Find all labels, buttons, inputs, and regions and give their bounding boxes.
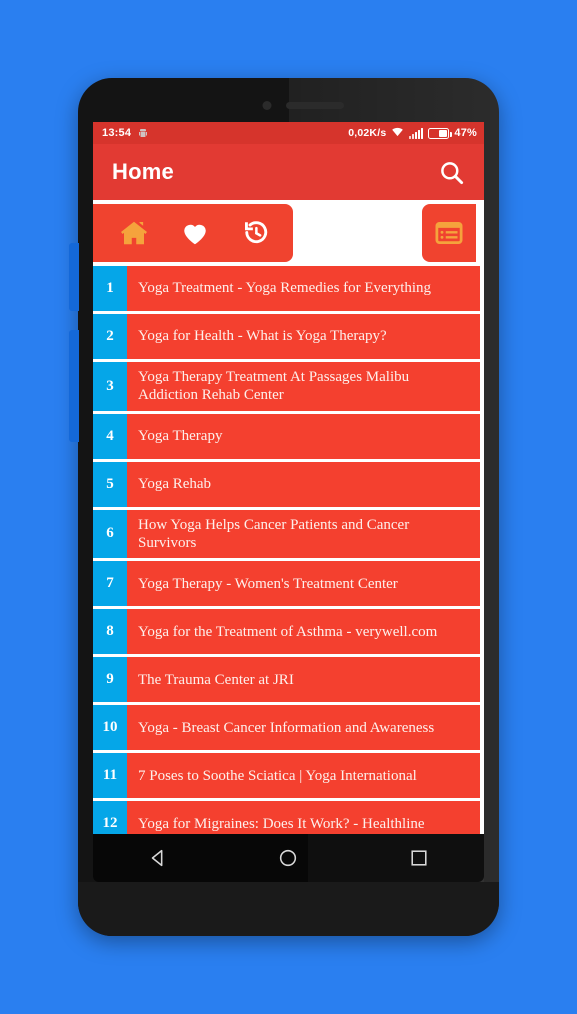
list-item[interactable]: 3 Yoga Therapy Treatment At Passages Mal… xyxy=(93,362,480,411)
list-item-title: Yoga - Breast Cancer Information and Awa… xyxy=(127,705,480,751)
status-bar: 13:54 0,02K/s 47% xyxy=(93,122,484,144)
list-item-index: 1 xyxy=(93,266,127,311)
list-item[interactable]: 9 The Trauma Center at JRI xyxy=(93,657,480,703)
search-icon[interactable] xyxy=(434,155,468,189)
list-item-title: Yoga for Health - What is Yoga Therapy? xyxy=(127,314,480,359)
list-item[interactable]: 1 Yoga Treatment - Yoga Remedies for Eve… xyxy=(93,266,480,311)
android-navigation-bar xyxy=(93,834,484,882)
list-item[interactable]: 2 Yoga for Health - What is Yoga Therapy… xyxy=(93,314,480,359)
list-item-index: 12 xyxy=(93,801,127,834)
list-item[interactable]: 12 Yoga for Migraines: Does It Work? - H… xyxy=(93,801,480,834)
home-icon[interactable] xyxy=(112,211,156,255)
toolbar-left-group xyxy=(93,204,293,262)
status-bar-right-group: 0,02K/s 47% xyxy=(348,126,477,140)
history-restore-icon[interactable] xyxy=(234,211,278,255)
battery-icon xyxy=(428,127,452,139)
phone-screen: 13:54 0,02K/s 47% Home 1 Yoga Treatment … xyxy=(93,122,484,834)
list-item-title: The Trauma Center at JRI xyxy=(127,657,480,703)
phone-top-bezel xyxy=(78,78,499,122)
list-item-index: 7 xyxy=(93,561,127,607)
front-camera-icon xyxy=(262,101,271,110)
wifi-icon xyxy=(391,126,404,140)
list-item[interactable]: 7 Yoga Therapy - Women's Treatment Cente… xyxy=(93,561,480,607)
results-list[interactable]: 1 Yoga Treatment - Yoga Remedies for Eve… xyxy=(93,266,484,834)
list-item[interactable]: 8 Yoga for the Treatment of Asthma - ver… xyxy=(93,609,480,655)
list-item-index: 4 xyxy=(93,413,127,459)
list-item-title: 7 Poses to Soothe Sciatica | Yoga Intern… xyxy=(127,753,480,799)
list-item[interactable]: 5 Yoga Rehab xyxy=(93,461,480,507)
home-circle-icon[interactable] xyxy=(260,838,316,878)
battery-percent-text: 47% xyxy=(454,127,477,139)
list-item-title: How Yoga Helps Cancer Patients and Cance… xyxy=(127,509,480,559)
power-button[interactable] xyxy=(69,330,79,442)
list-item-index: 3 xyxy=(93,362,127,411)
volume-button[interactable] xyxy=(69,243,79,311)
heart-icon[interactable] xyxy=(173,211,217,255)
list-menu-icon[interactable] xyxy=(422,204,476,262)
list-item-title: Yoga Therapy - Women's Treatment Center xyxy=(127,561,480,607)
network-speed-text: 0,02K/s xyxy=(348,127,387,139)
list-item[interactable]: 10 Yoga - Breast Cancer Information and … xyxy=(93,705,480,751)
list-item[interactable]: 6 How Yoga Helps Cancer Patients and Can… xyxy=(93,509,480,559)
earpiece-speaker-icon xyxy=(285,102,344,109)
toolbar xyxy=(93,200,484,266)
list-item-index: 9 xyxy=(93,657,127,703)
list-item-index: 5 xyxy=(93,461,127,507)
phone-device-frame: 13:54 0,02K/s 47% Home 1 Yoga Treatment … xyxy=(78,78,499,936)
recents-square-icon[interactable] xyxy=(391,838,447,878)
list-item[interactable]: 4 Yoga Therapy xyxy=(93,413,480,459)
status-time: 13:54 xyxy=(102,127,132,139)
list-item-index: 2 xyxy=(93,314,127,359)
android-robot-icon xyxy=(137,127,149,139)
list-item-index: 8 xyxy=(93,609,127,655)
app-bar: Home xyxy=(93,144,484,200)
list-item-title: Yoga Treatment - Yoga Remedies for Every… xyxy=(127,266,480,311)
list-item-index: 11 xyxy=(93,753,127,799)
list-item-title: Yoga Therapy xyxy=(127,413,480,459)
page-title: Home xyxy=(112,159,174,184)
list-item-title: Yoga Rehab xyxy=(127,461,480,507)
cellular-signal-icon xyxy=(409,127,424,139)
phone-bottom-chin xyxy=(78,882,499,936)
back-triangle-icon[interactable] xyxy=(130,838,186,878)
list-item-title: Yoga for the Treatment of Asthma - veryw… xyxy=(127,609,480,655)
list-item-index: 6 xyxy=(93,509,127,559)
list-item[interactable]: 11 7 Poses to Soothe Sciatica | Yoga Int… xyxy=(93,753,480,799)
list-item-title: Yoga for Migraines: Does It Work? - Heal… xyxy=(127,801,480,834)
battery-fill-level xyxy=(439,129,448,137)
list-item-index: 10 xyxy=(93,705,127,751)
list-item-title: Yoga Therapy Treatment At Passages Malib… xyxy=(127,362,480,411)
